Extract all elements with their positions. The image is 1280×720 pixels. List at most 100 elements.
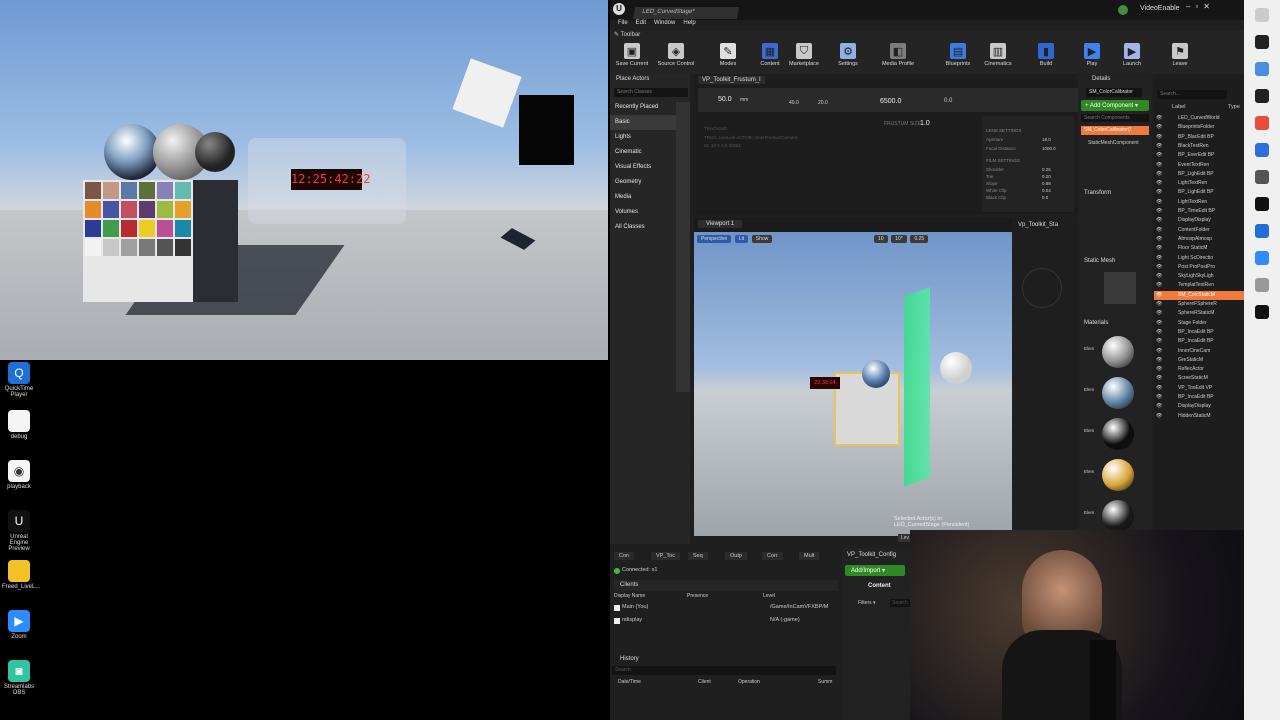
desktop-icon[interactable]: Q QuickTime Player xyxy=(2,362,36,398)
category-lights[interactable]: Lights xyxy=(610,130,676,145)
toolbar-button-launch[interactable]: ▶ Launch xyxy=(1110,43,1154,67)
outliner-row[interactable]: 👁 AtmospAtmosp xyxy=(1154,235,1244,244)
outliner-row[interactable]: 👁 VP_TooEdit VP xyxy=(1154,384,1244,393)
outliner-row[interactable]: 👁 DisplayDisplay xyxy=(1154,402,1244,411)
visibility-eye-icon[interactable]: 👁 xyxy=(1156,236,1162,242)
search-components-input[interactable]: Search Components xyxy=(1081,114,1149,122)
chrome-icon[interactable] xyxy=(1255,116,1269,130)
outliner-row[interactable]: 👁 LED_CurvedWorld xyxy=(1154,114,1244,123)
film-setting-value[interactable]: 0.20 xyxy=(1042,174,1051,179)
stage-tab[interactable]: Vp_Toolkit_Sta xyxy=(1018,222,1058,228)
details-tab[interactable]: Details xyxy=(1092,76,1110,82)
outliner-row[interactable]: 👁 SphereFSphereR xyxy=(1154,300,1244,309)
app-icon[interactable] xyxy=(1255,35,1269,49)
outliner-row[interactable]: 👁 InnerCineCam xyxy=(1154,347,1244,356)
outliner-row[interactable]: 👁 BP_EverEdit BP xyxy=(1154,151,1244,160)
outliner-row[interactable]: 👁 BP_LighEdit BP xyxy=(1154,188,1244,197)
toolbar-button-marketplace[interactable]: ⛉ Marketplace xyxy=(782,43,826,67)
col-level[interactable]: Level xyxy=(763,593,775,599)
outliner-row[interactable]: 👁 Post ProPostPro xyxy=(1154,263,1244,272)
app-icon[interactable] xyxy=(1255,224,1269,238)
outliner-row[interactable]: 👁 TemplatTextRen xyxy=(1154,281,1244,290)
add-import-button[interactable]: Add/Import ▾ xyxy=(845,565,905,576)
place-actors-tab[interactable]: Place Actors xyxy=(616,76,649,82)
visibility-eye-icon[interactable]: 👁 xyxy=(1156,180,1162,186)
rotation-snap-value[interactable]: 10° xyxy=(891,235,907,243)
menu-help[interactable]: Help xyxy=(683,20,695,26)
visibility-eye-icon[interactable]: 👁 xyxy=(1156,366,1162,372)
unreal-icon[interactable] xyxy=(1255,305,1269,319)
search-icon[interactable] xyxy=(1255,8,1269,22)
outliner-row[interactable]: 👁 ContentFolder xyxy=(1154,226,1244,235)
history-col-header[interactable]: Operation xyxy=(738,679,760,685)
lit-button[interactable]: Lit xyxy=(734,235,749,243)
outliner-row[interactable]: 👁 GreStaticM xyxy=(1154,356,1244,365)
outliner-row[interactable]: 👁 Light ScDirectio xyxy=(1154,254,1244,263)
outliner-row[interactable]: 👁 SM_ColcStaticM xyxy=(1154,290,1244,300)
offset-value[interactable]: 0.0 xyxy=(944,98,952,104)
bottom-tab[interactable]: Outp xyxy=(725,552,747,560)
clients-header[interactable]: Clients xyxy=(614,580,838,591)
static-mesh-thumbnail[interactable] xyxy=(1104,272,1136,304)
category-volumes[interactable]: Volumes xyxy=(610,205,676,220)
desktop-icon[interactable]: debug xyxy=(2,410,36,440)
visibility-eye-icon[interactable]: 👁 xyxy=(1156,208,1162,214)
material-thumbnail[interactable] xyxy=(1102,459,1134,491)
outliner-row[interactable]: 👁 BP_IncaEdit BP xyxy=(1154,393,1244,402)
sensor-height[interactable]: 20.0 xyxy=(818,100,828,106)
outliner-row[interactable]: 👁 SphereRStaticM xyxy=(1154,309,1244,318)
visibility-eye-icon[interactable]: 👁 xyxy=(1156,282,1162,288)
outliner-row[interactable]: 👁 BP_IncaEdit BP xyxy=(1154,328,1244,337)
visibility-eye-icon[interactable]: 👁 xyxy=(1156,413,1162,419)
visibility-eye-icon[interactable]: 👁 xyxy=(1156,124,1162,130)
film-setting-value[interactable]: 0.04 xyxy=(1042,188,1051,193)
client-checkbox[interactable] xyxy=(614,618,620,624)
visibility-eye-icon[interactable]: 👁 xyxy=(1156,403,1162,409)
outliner-row[interactable]: 👁 HiddenStaticM xyxy=(1154,412,1244,421)
white-balance-value[interactable]: 6500.0 xyxy=(880,98,901,105)
toolbar-button-modes[interactable]: ✎ Modes xyxy=(706,43,750,67)
history-search-input[interactable]: Search xyxy=(612,666,836,675)
visibility-eye-icon[interactable]: 👁 xyxy=(1156,320,1162,326)
visibility-eye-icon[interactable]: 👁 xyxy=(1156,375,1162,381)
menu-file[interactable]: File xyxy=(618,20,628,26)
visibility-eye-icon[interactable]: 👁 xyxy=(1156,134,1162,140)
component-root[interactable]: SM_ColorCalibrator(I xyxy=(1081,126,1149,135)
toolbar-button-build[interactable]: ▮ Build xyxy=(1024,43,1068,67)
toolbar-tab[interactable]: ✎ Toolbar xyxy=(614,31,640,38)
col-presence[interactable]: Presence xyxy=(687,593,708,599)
visibility-eye-icon[interactable]: 👁 xyxy=(1156,199,1162,205)
focal-distance-value[interactable]: 1000.0 xyxy=(1042,146,1056,151)
outliner-row[interactable]: 👁 DisplayDisplay xyxy=(1154,216,1244,225)
aperture-value[interactable]: 18.0 xyxy=(1042,137,1051,142)
bottom-tab[interactable]: Seq xyxy=(688,552,708,560)
app-icon[interactable] xyxy=(1255,62,1269,76)
history-col-header[interactable]: Summ xyxy=(818,679,832,685)
visibility-eye-icon[interactable]: 👁 xyxy=(1156,348,1162,354)
menu-edit[interactable]: Edit xyxy=(636,20,646,26)
material-thumbnail[interactable] xyxy=(1102,336,1134,368)
outliner-row[interactable]: 👁 ScreeStaticM xyxy=(1154,374,1244,383)
visibility-eye-icon[interactable]: 👁 xyxy=(1156,115,1162,121)
app-icon[interactable] xyxy=(1255,170,1269,184)
unreal-icon[interactable] xyxy=(1255,89,1269,103)
visibility-eye-icon[interactable]: 👁 xyxy=(1156,329,1162,335)
viewport-tab[interactable]: Viewport 1 xyxy=(698,220,743,228)
toolbar-button-blueprints[interactable]: ▤ Blueprints xyxy=(936,43,980,67)
add-component-button[interactable]: + Add Component ▾ xyxy=(1081,100,1149,111)
outliner-row[interactable]: 👁 ReflecActor xyxy=(1154,365,1244,374)
toolbar-button-settings[interactable]: ⚙ Settings xyxy=(826,43,870,67)
visibility-eye-icon[interactable]: 👁 xyxy=(1156,171,1162,177)
desktop-icon[interactable]: ▶ Zoom xyxy=(2,610,36,640)
history-col-header[interactable]: Date/Time xyxy=(618,679,641,685)
visibility-eye-icon[interactable]: 👁 xyxy=(1156,338,1162,344)
outliner-row[interactable]: 👁 SkyLighSkyLigh xyxy=(1154,272,1244,281)
scale-snap-value[interactable]: 0.25 xyxy=(910,235,929,243)
bottom-tab[interactable]: Mult xyxy=(799,552,820,560)
outliner-row[interactable]: 👁 BP_TimeEdit BP xyxy=(1154,207,1244,216)
static-mesh-section[interactable]: Static Mesh xyxy=(1084,258,1115,264)
outliner-row[interactable]: 👁 Stage Folder xyxy=(1154,319,1244,328)
toolbar-button-play[interactable]: ▶ Play xyxy=(1070,43,1114,67)
outliner-row[interactable]: 👁 Floor StaticM xyxy=(1154,244,1244,253)
outliner-label-header[interactable]: Label xyxy=(1172,104,1185,110)
